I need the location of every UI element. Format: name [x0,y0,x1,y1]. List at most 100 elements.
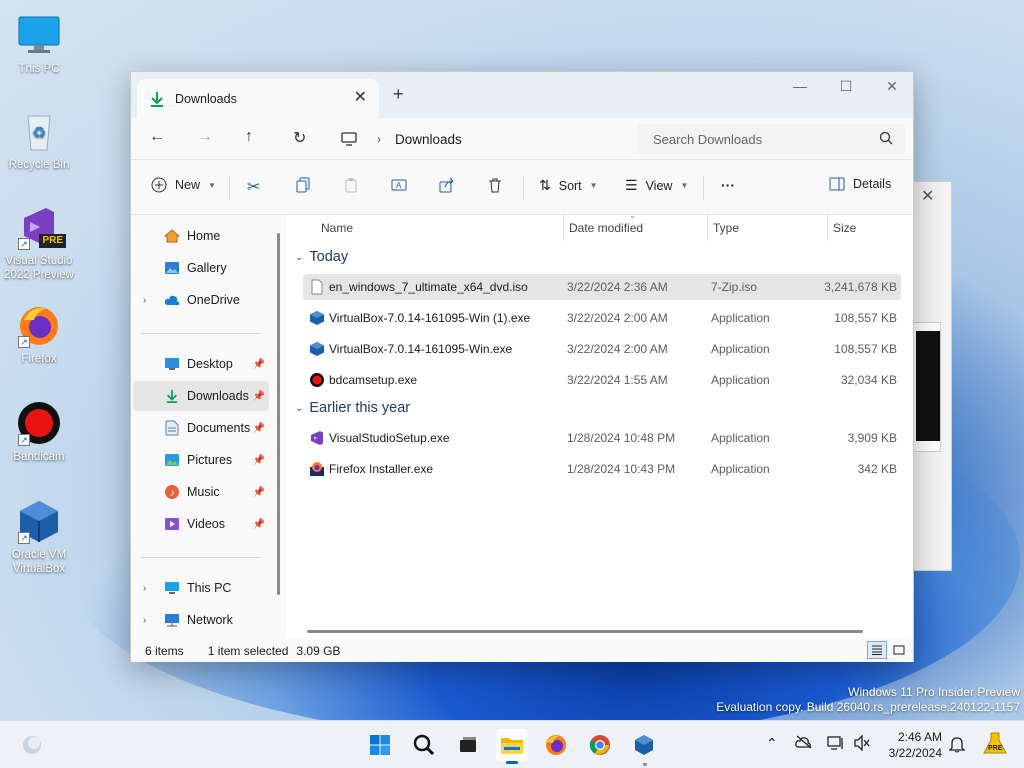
file-row[interactable]: VirtualBox-7.0.14-161095-Win.exe 3/22/20… [303,336,901,362]
column-divider[interactable] [563,215,564,241]
file-row[interactable]: bdcamsetup.exe 3/22/2024 1:55 AM Applica… [303,367,901,393]
tab-downloads[interactable]: Downloads ✕ [137,79,379,118]
column-header-type[interactable]: Type [713,221,739,235]
vertical-scrollbar[interactable] [277,233,280,595]
desktop-folder-icon [163,356,181,372]
weather-widget-icon [23,736,41,754]
horizontal-scrollbar[interactable] [307,630,863,633]
sort-button[interactable]: ⇅ Sort ▼ [539,177,598,194]
file-row[interactable]: VisualStudioSetup.exe 1/28/2024 10:48 PM… [303,425,901,451]
network-icon [163,612,181,628]
nav-item-downloads[interactable]: Downloads 📌 [133,381,269,411]
taskbar-file-explorer[interactable] [496,729,528,764]
nav-item-videos[interactable]: Videos 📌 [133,509,269,539]
taskbar-chrome[interactable] [584,729,616,761]
maximize-button[interactable]: ☐ [823,76,869,96]
shortcut-arrow-icon: ↗ [18,532,30,544]
pin-icon[interactable]: 📌 [253,487,265,498]
details-label: Details [853,177,892,191]
paste-button[interactable] [343,177,359,193]
search-button[interactable] [408,729,440,761]
nav-item-documents[interactable]: Documents 📌 [133,413,269,443]
nav-item-pictures[interactable]: Pictures 📌 [133,445,269,475]
new-button[interactable]: New ▼ [151,177,216,193]
view-button[interactable]: ☰ View ▼ [625,177,688,194]
nav-item-onedrive[interactable]: › OneDrive [133,285,269,315]
group-header-today[interactable]: ⌄ Today [295,249,348,265]
desktop-icon-recycle-bin[interactable]: ♻ Recycle Bin [1,108,77,172]
taskbar-virtualbox[interactable] [628,729,660,761]
expand-chevron-icon[interactable]: › [143,615,146,626]
network-icon[interactable] [827,735,845,751]
close-window-button[interactable]: ✕ [869,76,915,96]
details-view-toggle[interactable] [867,641,887,659]
breadcrumb[interactable]: › Downloads [341,125,631,153]
desktop-icon-visual-studio[interactable]: PRE ↗ Visual Studio 2022 Preview [1,204,77,282]
expand-chevron-icon[interactable]: › [143,295,146,306]
back-arrow-icon[interactable]: ← [149,128,165,146]
share-button[interactable] [439,177,455,193]
file-row[interactable]: en_windows_7_ultimate_x64_dvd.iso 3/22/2… [303,274,901,300]
visual-studio-preview-icon: PRE ↗ [16,204,66,250]
nav-item-music[interactable]: ♪ Music 📌 [133,477,269,507]
pin-icon[interactable]: 📌 [253,359,265,370]
search-input[interactable]: Search Downloads [637,124,905,154]
notification-bell-icon[interactable] [949,735,965,753]
widgets-button[interactable] [16,729,48,761]
dev-build-badge[interactable]: PRE [982,731,1008,757]
file-row[interactable]: VirtualBox-7.0.14-161095-Win (1).exe 3/2… [303,305,901,331]
show-hidden-icons-chevron[interactable]: ⌃ [766,735,778,752]
pictures-icon [163,452,181,468]
nav-item-gallery[interactable]: Gallery [133,253,269,283]
details-pane-button[interactable]: Details [829,177,891,191]
nav-item-home[interactable]: Home [133,221,269,251]
delete-button[interactable] [487,177,503,193]
column-divider[interactable] [827,215,828,241]
forward-arrow-icon[interactable]: → [197,128,213,146]
taskbar-firefox[interactable] [540,729,572,761]
breadcrumb-current: Downloads [395,131,462,147]
nav-item-this-pc[interactable]: › This PC [133,573,269,603]
column-header-date[interactable]: Date modified [569,221,643,235]
up-arrow-icon[interactable]: ↑ [245,128,253,146]
desktop-icon-firefox[interactable]: ↗ Firefox [1,302,77,366]
onedrive-offline-icon[interactable] [795,735,813,749]
tab-close-icon[interactable]: ✕ [354,87,367,107]
nav-label: Videos [187,517,225,531]
start-button[interactable] [364,729,396,761]
new-tab-button[interactable]: + [393,84,404,105]
task-view-button[interactable] [452,729,484,761]
pin-icon[interactable]: 📌 [253,423,265,434]
column-header-size[interactable]: Size [833,221,856,235]
rename-button[interactable]: A [391,177,407,193]
pin-icon[interactable]: 📌 [253,391,265,402]
more-options-button[interactable]: ··· [721,177,735,193]
clock[interactable]: 2:46 AM 3/22/2024 [882,729,942,761]
file-row[interactable]: Firefox Installer.exe 1/28/2024 10:43 PM… [303,456,901,482]
running-indicator [643,763,647,766]
insider-flask-icon [983,732,1007,754]
minimize-button[interactable]: — [777,76,823,96]
copy-button[interactable] [295,177,311,193]
column-header-name[interactable]: Name [321,221,353,235]
desktop-icon-this-pc[interactable]: This PC [1,12,77,76]
pin-icon[interactable]: 📌 [253,519,265,530]
close-icon[interactable]: ✕ [921,186,934,206]
desktop-icon-bandicam[interactable]: ↗ Bandicam [1,400,77,464]
expand-chevron-icon[interactable]: › [143,583,146,594]
file-type: Application [711,373,770,387]
nav-item-network[interactable]: › Network [133,605,269,635]
breadcrumb-chevron-icon: › [377,132,381,146]
refresh-icon[interactable]: ↻ [293,128,306,148]
desktop-icon-virtualbox[interactable]: ↗ Oracle VM VirtualBox [1,498,77,576]
divider [229,176,230,200]
file-size: 108,557 KB [834,342,897,356]
group-header-earlier-this-year[interactable]: ⌄ Earlier this year [295,400,410,416]
column-divider[interactable] [707,215,708,241]
address-bar-row: ← → ↑ ↻ › Downloads Search Downloads [131,118,913,160]
tiles-view-toggle[interactable] [889,641,909,659]
pin-icon[interactable]: 📌 [253,455,265,466]
volume-muted-icon[interactable] [853,735,871,751]
cut-button[interactable]: ✂ [247,177,260,197]
nav-item-desktop[interactable]: Desktop 📌 [133,349,269,379]
